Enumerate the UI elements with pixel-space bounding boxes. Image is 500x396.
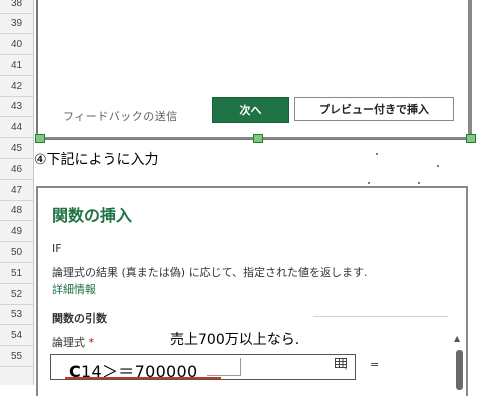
row-header[interactable]: 44 xyxy=(0,118,33,138)
send-feedback-link[interactable]: フィードバックの送信 xyxy=(63,108,178,124)
row-header[interactable]: 52 xyxy=(0,285,33,305)
function-name: IF xyxy=(52,242,62,255)
function-description: 論理式の結果 (真または偽) に応じて、指定された値を返します. xyxy=(52,266,368,279)
logical-test-label: 論理式 * xyxy=(52,334,94,350)
artifact-dot xyxy=(418,182,420,184)
row-header[interactable]: 54 xyxy=(0,326,33,346)
arguments-heading: 関数の引数 xyxy=(52,312,107,325)
input-caret-box xyxy=(207,358,241,376)
insert-with-preview-button[interactable]: プレビュー付きで挿入 xyxy=(294,97,454,121)
row-header[interactable]: 55 xyxy=(0,347,33,367)
row-header[interactable]: 42 xyxy=(0,77,33,97)
dialog-right-edge xyxy=(468,0,472,138)
sales-annotation: 売上700万以上なら. xyxy=(170,329,300,349)
artifact-dot xyxy=(437,165,439,167)
required-mark: * xyxy=(88,336,95,349)
red-underline xyxy=(65,377,221,379)
row-header[interactable]: 53 xyxy=(0,305,33,325)
scrollbar-thumb[interactable] xyxy=(456,350,463,390)
insert-function-dialog: 関数の挿入 ​ IF 論理式の結果 (真または偽) に応じて、指定された値を返し… xyxy=(36,186,468,396)
resize-handle-center[interactable] xyxy=(253,134,263,143)
row-header[interactable]: 50 xyxy=(0,243,33,263)
artifact-dot xyxy=(368,182,370,184)
resize-handle-right[interactable] xyxy=(466,134,476,143)
row-header[interactable]: 38 xyxy=(0,0,33,14)
row-header[interactable]: 48 xyxy=(0,201,33,221)
row-header[interactable]: 40 xyxy=(0,35,33,55)
logical-test-input[interactable]: C14＞＝700000 xyxy=(50,354,356,381)
equals-sign: = xyxy=(370,358,380,371)
row-header[interactable]: 39 xyxy=(0,14,33,34)
logical-test-label-text: 論理式 xyxy=(52,336,85,349)
dialog-title: 関数の挿入 xyxy=(52,206,133,225)
help-link[interactable]: 詳細情報 xyxy=(52,281,96,297)
range-select-icon[interactable] xyxy=(335,358,348,371)
step-annotation: ④下記にように入力 xyxy=(34,152,159,168)
resize-handle-left[interactable] xyxy=(35,134,45,143)
row-header[interactable]: 43 xyxy=(0,97,33,117)
row-header[interactable]: 45 xyxy=(0,139,33,159)
scroll-up-icon[interactable]: ▲ xyxy=(454,334,460,343)
artifact-dot xyxy=(376,153,378,155)
next-button[interactable]: 次へ xyxy=(212,97,289,123)
row-header[interactable]: 41 xyxy=(0,56,33,76)
row-header[interactable]: 46 xyxy=(0,160,33,180)
row-header[interactable]: 47 xyxy=(0,181,33,201)
arguments-divider xyxy=(313,316,448,317)
row-header[interactable]: 51 xyxy=(0,264,33,284)
row-header-column: 38 39 40 41 42 43 44 45 46 47 48 49 50 51 52 53 54 55 xyxy=(0,0,34,385)
row-header[interactable]: 49 xyxy=(0,222,33,242)
